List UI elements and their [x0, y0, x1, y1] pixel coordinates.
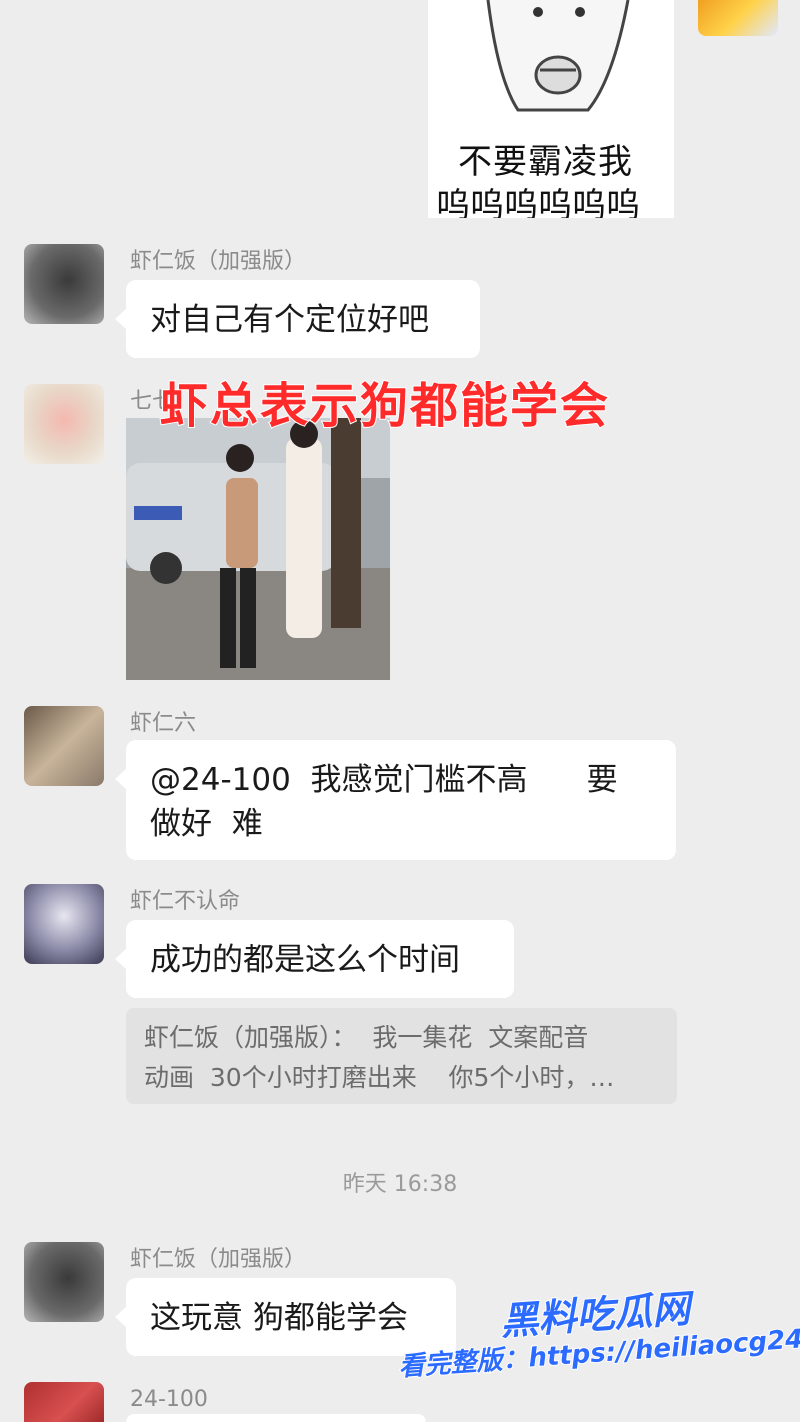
avatar[interactable]	[24, 244, 104, 324]
message-bubble[interactable]: @24-100 我感觉门槛不高 要 做好 难	[115, 740, 676, 860]
street-photo-icon	[126, 418, 390, 680]
my-avatar[interactable]	[698, 0, 778, 36]
avatar[interactable]	[24, 884, 104, 964]
sticker-image[interactable]: 不要霸凌我 呜呜呜呜呜呜	[428, 0, 674, 218]
video-caption: 虾总表示狗都能学会	[159, 377, 611, 435]
photo-message[interactable]	[126, 418, 390, 680]
avatar[interactable]	[24, 1382, 104, 1422]
message-bubble[interactable]: 这玩意 狗都能学会	[115, 1278, 456, 1356]
sender-name: 24-100	[130, 1387, 208, 1412]
sender-name: 虾仁六	[130, 711, 197, 736]
message-text-line-1: @24-100 我感觉门槛不高 要	[150, 762, 618, 798]
message-bubble[interactable]: 成功的都是这么个时间	[115, 920, 514, 998]
sender-name: 虾仁饭（加强版）	[130, 1247, 307, 1272]
sender-name: 虾仁饭（加强版）	[130, 249, 307, 274]
quote-line-1: 虾仁饭（加强版）： 我一集花 文案配音	[144, 1023, 589, 1052]
sticker-text-1: 不要霸凌我	[458, 142, 633, 182]
quoted-reply[interactable]: 虾仁饭（加强版）： 我一集花 文案配音 动画 30个小时打磨出来 你5个小时，…	[126, 1008, 677, 1104]
avatar[interactable]	[24, 706, 104, 786]
timestamp: 昨天 16:38	[342, 1172, 458, 1197]
avatar[interactable]	[24, 1242, 104, 1322]
message-bubble[interactable]	[126, 1414, 426, 1422]
sender-name: 虾仁不认命	[130, 889, 241, 914]
message-bubble[interactable]: 对自己有个定位好吧	[115, 280, 480, 358]
sticker-text-2: 呜呜呜呜呜呜	[436, 186, 640, 218]
message-text-line-2: 做好 难	[150, 806, 263, 842]
avatar[interactable]	[24, 384, 104, 464]
quote-line-2: 动画 30个小时打磨出来 你5个小时，…	[144, 1063, 615, 1092]
